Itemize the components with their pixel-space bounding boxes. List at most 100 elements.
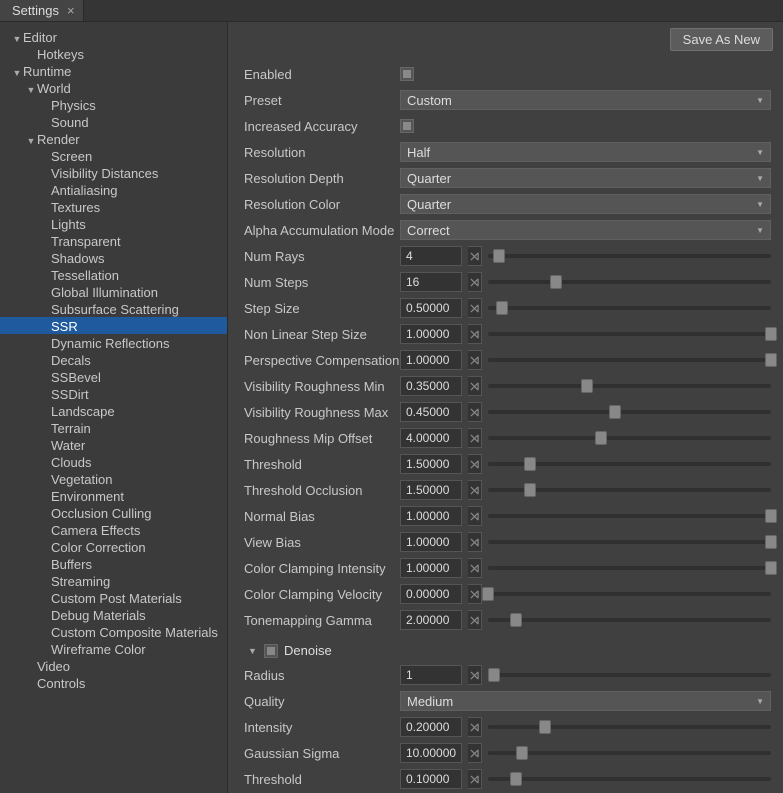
tonemapping-gamma-input[interactable]: 2.00000: [400, 610, 462, 630]
color-clamp-intensity-input[interactable]: 1.00000: [400, 558, 462, 578]
tonemapping-gamma-slider[interactable]: [488, 610, 771, 630]
tree-item-sound[interactable]: Sound: [0, 113, 227, 130]
tree-item-tessellation[interactable]: Tessellation: [0, 266, 227, 283]
num-steps-slider[interactable]: [488, 272, 771, 292]
step-size-input[interactable]: 0.50000: [400, 298, 462, 318]
tree-item-environment[interactable]: Environment: [0, 487, 227, 504]
normal-bias-slider[interactable]: [488, 506, 771, 526]
tree-item-visibility-distances[interactable]: Visibility Distances: [0, 164, 227, 181]
tree-item-vegetation[interactable]: Vegetation: [0, 470, 227, 487]
tonemapping-gamma-reset-button[interactable]: [468, 610, 482, 630]
non-linear-step-input[interactable]: 1.00000: [400, 324, 462, 344]
denoise-intensity-slider[interactable]: [488, 717, 771, 737]
tree-item-editor[interactable]: ▼Editor: [0, 28, 227, 45]
view-bias-input[interactable]: 1.00000: [400, 532, 462, 552]
preset-dropdown[interactable]: Custom▼: [400, 90, 771, 110]
denoise-intensity-input[interactable]: 0.20000: [400, 717, 462, 737]
view-bias-slider[interactable]: [488, 532, 771, 552]
tree-item-debug-materials[interactable]: Debug Materials: [0, 606, 227, 623]
tree-item-buffers[interactable]: Buffers: [0, 555, 227, 572]
tree-item-dynamic-reflections[interactable]: Dynamic Reflections: [0, 334, 227, 351]
tree-item-transparent[interactable]: Transparent: [0, 232, 227, 249]
vis-rough-max-reset-button[interactable]: [468, 402, 482, 422]
tree-item-landscape[interactable]: Landscape: [0, 402, 227, 419]
tree-item-color-correction[interactable]: Color Correction: [0, 538, 227, 555]
tree-item-terrain[interactable]: Terrain: [0, 419, 227, 436]
tab-settings[interactable]: Settings ×: [0, 0, 84, 21]
resolution-color-dropdown[interactable]: Quarter▼: [400, 194, 771, 214]
color-clamp-velocity-input[interactable]: 0.00000: [400, 584, 462, 604]
resolution-depth-dropdown[interactable]: Quarter▼: [400, 168, 771, 188]
tree-item-ssr[interactable]: SSR: [0, 317, 227, 334]
roughness-mip-reset-button[interactable]: [468, 428, 482, 448]
tree-item-render[interactable]: ▼Render: [0, 130, 227, 147]
tree-item-controls[interactable]: Controls: [0, 674, 227, 691]
enabled-checkbox[interactable]: [400, 67, 414, 81]
step-size-reset-button[interactable]: [468, 298, 482, 318]
roughness-mip-input[interactable]: 4.00000: [400, 428, 462, 448]
denoise-radius-reset-button[interactable]: [468, 665, 482, 685]
vis-rough-min-reset-button[interactable]: [468, 376, 482, 396]
tree-item-clouds[interactable]: Clouds: [0, 453, 227, 470]
num-rays-reset-button[interactable]: [468, 246, 482, 266]
denoise-threshold-slider[interactable]: [488, 769, 771, 789]
num-rays-slider[interactable]: [488, 246, 771, 266]
tree-item-hotkeys[interactable]: Hotkeys: [0, 45, 227, 62]
view-bias-reset-button[interactable]: [468, 532, 482, 552]
denoise-gsigma-input[interactable]: 10.00000: [400, 743, 462, 763]
tree-item-textures[interactable]: Textures: [0, 198, 227, 215]
num-steps-reset-button[interactable]: [468, 272, 482, 292]
tree-item-video[interactable]: Video: [0, 657, 227, 674]
color-clamp-velocity-reset-button[interactable]: [468, 584, 482, 604]
color-clamp-intensity-reset-button[interactable]: [468, 558, 482, 578]
tree-item-custom-post-materials[interactable]: Custom Post Materials: [0, 589, 227, 606]
tree-item-custom-composite-materials[interactable]: Custom Composite Materials: [0, 623, 227, 640]
denoise-radius-slider[interactable]: [488, 665, 771, 685]
step-size-slider[interactable]: [488, 298, 771, 318]
perspective-comp-input[interactable]: 1.00000: [400, 350, 462, 370]
denoise-section-header[interactable]: ▼Denoise: [240, 633, 771, 662]
threshold-input[interactable]: 1.50000: [400, 454, 462, 474]
denoise-intensity-reset-button[interactable]: [468, 717, 482, 737]
threshold-occ-slider[interactable]: [488, 480, 771, 500]
tree-item-occlusion-culling[interactable]: Occlusion Culling: [0, 504, 227, 521]
threshold-reset-button[interactable]: [468, 454, 482, 474]
denoise-threshold-input[interactable]: 0.10000: [400, 769, 462, 789]
threshold-occ-input[interactable]: 1.50000: [400, 480, 462, 500]
threshold-slider[interactable]: [488, 454, 771, 474]
tree-item-subsurface-scattering[interactable]: Subsurface Scattering: [0, 300, 227, 317]
tree-item-shadows[interactable]: Shadows: [0, 249, 227, 266]
perspective-comp-slider[interactable]: [488, 350, 771, 370]
tree-item-lights[interactable]: Lights: [0, 215, 227, 232]
vis-rough-max-slider[interactable]: [488, 402, 771, 422]
tree-item-ssdirt[interactable]: SSDirt: [0, 385, 227, 402]
vis-rough-min-input[interactable]: 0.35000: [400, 376, 462, 396]
tree-item-ssbevel[interactable]: SSBevel: [0, 368, 227, 385]
denoise-threshold-reset-button[interactable]: [468, 769, 482, 789]
num-rays-input[interactable]: 4: [400, 246, 462, 266]
tree-item-world[interactable]: ▼World: [0, 79, 227, 96]
tree-item-antialiasing[interactable]: Antialiasing: [0, 181, 227, 198]
vis-rough-max-input[interactable]: 0.45000: [400, 402, 462, 422]
tree-item-decals[interactable]: Decals: [0, 351, 227, 368]
num-steps-input[interactable]: 16: [400, 272, 462, 292]
roughness-mip-slider[interactable]: [488, 428, 771, 448]
tree-item-runtime[interactable]: ▼Runtime: [0, 62, 227, 79]
denoise-gsigma-reset-button[interactable]: [468, 743, 482, 763]
save-as-new-button[interactable]: Save As New: [670, 28, 773, 51]
denoise-quality-dropdown[interactable]: Medium▼: [400, 691, 771, 711]
normal-bias-input[interactable]: 1.00000: [400, 506, 462, 526]
non-linear-step-reset-button[interactable]: [468, 324, 482, 344]
denoise-gsigma-slider[interactable]: [488, 743, 771, 763]
resolution-dropdown[interactable]: Half▼: [400, 142, 771, 162]
increased-accuracy-checkbox[interactable]: [400, 119, 414, 133]
tree-item-camera-effects[interactable]: Camera Effects: [0, 521, 227, 538]
threshold-occ-reset-button[interactable]: [468, 480, 482, 500]
alpha-accum-dropdown[interactable]: Correct▼: [400, 220, 771, 240]
tree-item-global-illumination[interactable]: Global Illumination: [0, 283, 227, 300]
color-clamp-velocity-slider[interactable]: [488, 584, 771, 604]
tree-item-wireframe-color[interactable]: Wireframe Color: [0, 640, 227, 657]
tree-item-water[interactable]: Water: [0, 436, 227, 453]
denoise-radius-input[interactable]: 1: [400, 665, 462, 685]
perspective-comp-reset-button[interactable]: [468, 350, 482, 370]
